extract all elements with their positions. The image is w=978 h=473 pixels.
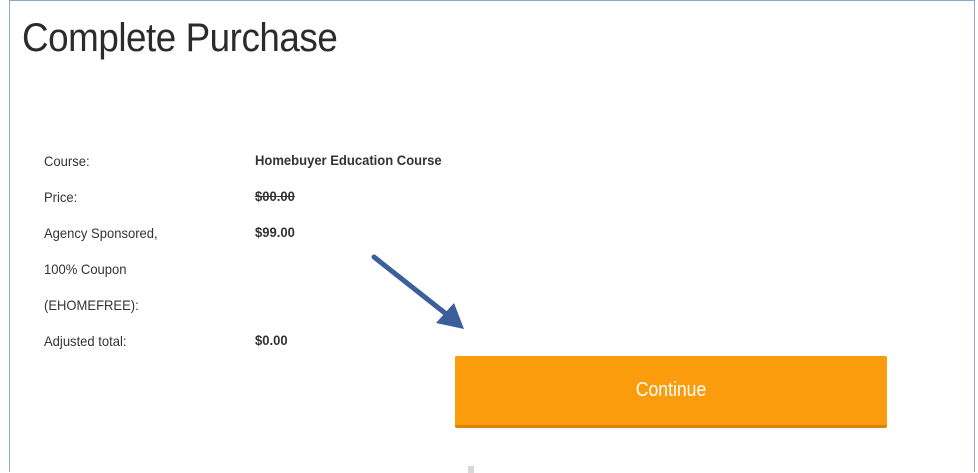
coupon-label-line-1: Agency Sponsored,: [44, 225, 158, 241]
page-title: Complete Purchase: [22, 16, 338, 60]
coupon-label-line-3: (EHOMEFREE):: [44, 297, 139, 313]
purchase-panel: Complete Purchase Course: Homebuyer Educ…: [9, 0, 975, 473]
coupon-value: $99.00: [255, 224, 295, 240]
course-value: Homebuyer Education Course: [255, 152, 442, 168]
continue-button-label: Continue: [635, 379, 707, 401]
arrow-down-right-icon: [371, 254, 464, 329]
adjusted-total-label: Adjusted total:: [44, 333, 127, 349]
price-label: Price:: [44, 189, 78, 205]
continue-button[interactable]: Continue: [455, 356, 887, 428]
coupon-label-line-2: 100% Coupon: [44, 261, 127, 277]
adjusted-total-value: $0.00: [255, 332, 288, 348]
price-value: $00.00: [255, 188, 295, 204]
course-label: Course:: [44, 153, 90, 169]
